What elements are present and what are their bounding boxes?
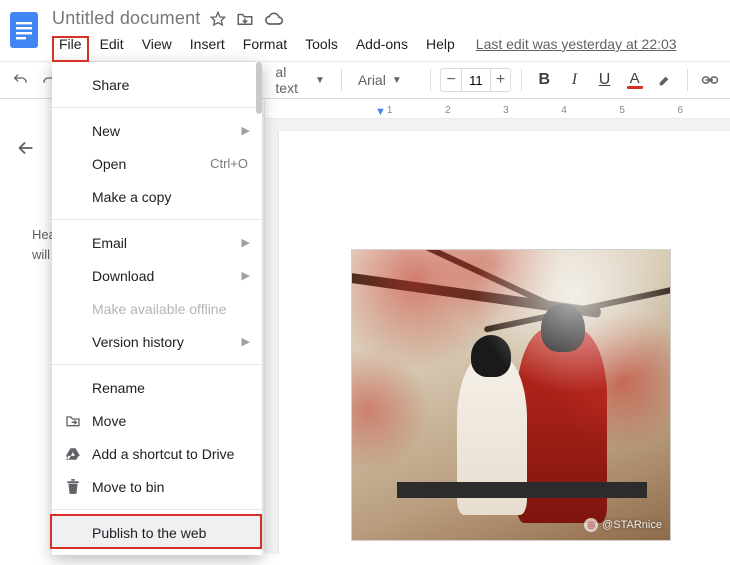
- underline-button[interactable]: U: [592, 67, 616, 93]
- weibo-icon: ◎: [584, 518, 598, 532]
- image-watermark: ◎ @STARnice: [584, 518, 662, 532]
- menu-share[interactable]: Share: [52, 68, 262, 101]
- toolbar-separator: [430, 69, 431, 91]
- document-area: ▼ 1 2 3 4 5 6 ◎ @STARnice: [264, 99, 730, 554]
- back-icon[interactable]: [15, 137, 37, 159]
- font-size-decrease[interactable]: −: [441, 69, 460, 91]
- shortcut-label: Ctrl+O: [210, 156, 248, 171]
- menu-move-to-bin[interactable]: Move to bin: [52, 470, 262, 503]
- italic-button[interactable]: I: [562, 67, 586, 93]
- drive-icon: [64, 445, 82, 463]
- menu-version-history[interactable]: Version history▶: [52, 325, 262, 358]
- font-size-stepper: − +: [440, 68, 511, 92]
- watermark-text: @STARnice: [602, 519, 662, 531]
- docs-app-icon[interactable]: [6, 8, 42, 52]
- menu-add-shortcut-to-drive[interactable]: Add a shortcut to Drive: [52, 437, 262, 470]
- horizontal-ruler[interactable]: ▼ 1 2 3 4 5 6: [265, 99, 730, 119]
- ruler-tick: 1: [387, 105, 393, 116]
- document-title[interactable]: Untitled document: [52, 8, 200, 29]
- paragraph-style-label: al text: [275, 64, 309, 96]
- toolbar-separator: [521, 69, 522, 91]
- font-size-input[interactable]: [461, 69, 491, 91]
- menu-view[interactable]: View: [133, 31, 181, 57]
- menu-publish-to-web[interactable]: Publish to the web: [52, 516, 262, 549]
- font-family-select[interactable]: Arial ▼: [352, 72, 420, 88]
- chevron-right-icon: ▶: [242, 269, 250, 282]
- document-page[interactable]: ◎ @STARnice: [279, 131, 730, 554]
- insert-link-button[interactable]: [698, 67, 722, 93]
- star-icon[interactable]: [210, 11, 226, 27]
- bold-button[interactable]: B: [532, 67, 556, 93]
- last-edit-link[interactable]: Last edit was yesterday at 22:03: [476, 36, 677, 52]
- menu-insert[interactable]: Insert: [181, 31, 234, 57]
- ruler-tick: 3: [503, 105, 509, 116]
- toolbar-separator: [341, 69, 342, 91]
- paragraph-style-select[interactable]: al text ▼: [269, 64, 330, 96]
- menu-addons[interactable]: Add-ons: [347, 31, 417, 57]
- font-family-label: Arial: [358, 72, 386, 88]
- menu-file[interactable]: File: [50, 31, 91, 57]
- menu-move[interactable]: Move: [52, 404, 262, 437]
- undo-button[interactable]: [8, 67, 32, 93]
- caret-down-icon: ▼: [315, 75, 325, 86]
- folder-move-icon: [64, 412, 82, 430]
- caret-down-icon: ▼: [392, 75, 402, 86]
- menu-new[interactable]: New▶: [52, 114, 262, 147]
- cloud-status-icon[interactable]: [264, 12, 284, 26]
- ruler-tick: 5: [619, 105, 625, 116]
- ruler-tick: 2: [445, 105, 451, 116]
- trash-icon: [64, 478, 82, 496]
- ruler-tick: 6: [677, 105, 683, 116]
- menu-rename[interactable]: Rename: [52, 371, 262, 404]
- menu-make-copy[interactable]: Make a copy: [52, 180, 262, 213]
- menu-make-available-offline: Make available offline: [52, 292, 262, 325]
- text-color-button[interactable]: A: [623, 67, 647, 93]
- menu-open[interactable]: OpenCtrl+O: [52, 147, 262, 180]
- highlight-color-button[interactable]: [653, 67, 677, 93]
- chevron-right-icon: ▶: [242, 236, 250, 249]
- menu-download[interactable]: Download▶: [52, 259, 262, 292]
- move-folder-icon[interactable]: [236, 11, 254, 27]
- menu-email[interactable]: Email▶: [52, 226, 262, 259]
- chevron-right-icon: ▶: [242, 335, 250, 348]
- file-menu-dropdown: Share New▶ OpenCtrl+O Make a copy Email▶…: [52, 62, 262, 555]
- ruler-tick: 4: [561, 105, 567, 116]
- inserted-image[interactable]: ◎ @STARnice: [351, 249, 671, 541]
- text-color-bar: [627, 86, 643, 89]
- menu-edit[interactable]: Edit: [91, 31, 133, 57]
- font-size-increase[interactable]: +: [491, 69, 510, 91]
- menubar: File Edit View Insert Format Tools Add-o…: [46, 29, 724, 57]
- menu-help[interactable]: Help: [417, 31, 464, 57]
- menu-tools[interactable]: Tools: [296, 31, 347, 57]
- menu-format[interactable]: Format: [234, 31, 296, 57]
- indent-marker-icon[interactable]: ▼: [375, 106, 386, 118]
- toolbar-separator: [687, 69, 688, 91]
- chevron-right-icon: ▶: [242, 124, 250, 137]
